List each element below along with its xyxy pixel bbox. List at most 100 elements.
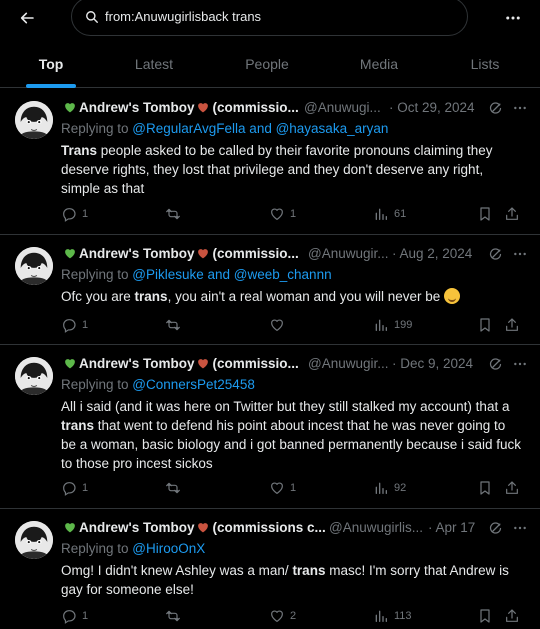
highlighted-term: trans <box>292 563 326 578</box>
tweet-text: Trans people asked to be called by their… <box>61 141 522 198</box>
retweet-icon <box>165 206 181 222</box>
tweet-text-body: that went to defend his point about ince… <box>61 418 522 471</box>
views-button[interactable]: 199 <box>373 316 412 334</box>
share-button[interactable] <box>504 607 520 625</box>
avatar[interactable] <box>15 247 53 285</box>
reply-button[interactable]: 1 <box>61 607 88 625</box>
reply-button[interactable]: 1 <box>61 479 88 497</box>
tweet[interactable]: Andrew's Tomboy (commissio... @Anuwugir.… <box>0 345 540 509</box>
views-icon <box>373 317 389 333</box>
bookmark-button[interactable] <box>477 205 493 223</box>
bookmark-button[interactable] <box>477 607 493 625</box>
back-arrow-icon[interactable] <box>14 6 40 30</box>
author-handle[interactable]: @Anuwugir... <box>308 246 389 261</box>
more-icon[interactable] <box>510 245 530 263</box>
grok-icon[interactable] <box>486 355 504 373</box>
tweet-actions: 1 2 113 <box>61 607 524 625</box>
like-icon <box>269 480 285 496</box>
tweet-date[interactable]: · Dec 9, 2024 <box>392 356 473 371</box>
retweet-button[interactable] <box>165 205 186 223</box>
more-icon[interactable] <box>510 99 530 117</box>
search-box[interactable] <box>71 0 468 36</box>
author-name[interactable]: Andrew's Tomboy (commissio... <box>61 246 299 261</box>
retweet-button[interactable] <box>165 479 186 497</box>
reply-mention-link[interactable]: @Piklesuke and @weeb_channn <box>132 267 331 282</box>
author-handle[interactable]: @Anuwugirlis... <box>329 520 423 535</box>
reply-count: 1 <box>82 319 89 331</box>
author-name-suffix: (commissions c... <box>212 520 326 535</box>
tweet-date[interactable]: · Apr 17 <box>428 520 475 535</box>
retweet-button[interactable] <box>165 316 186 334</box>
tweet-text-lead: All i said (and it was here on Twitter b… <box>61 399 510 414</box>
tweet-date[interactable]: · Aug 2, 2024 <box>392 246 472 261</box>
tweet-text-lead: Ofc you are <box>61 289 135 304</box>
bookmark-icon <box>477 608 493 624</box>
tweet[interactable]: Andrew's Tomboy (commissio... @Anuwugi..… <box>0 89 540 235</box>
replying-to: Replying to @RegularAvgFella and @hayasa… <box>61 121 388 136</box>
reply-button[interactable]: 1 <box>61 316 88 334</box>
grok-icon[interactable] <box>486 245 504 263</box>
tweet-date[interactable]: · Oct 29, 2024 <box>389 100 475 115</box>
grok-icon[interactable] <box>486 519 504 537</box>
view-count: 113 <box>394 610 412 622</box>
avatar[interactable] <box>15 101 53 139</box>
tab-label: Media <box>359 56 399 72</box>
bookmark-icon <box>477 206 493 222</box>
views-button[interactable]: 113 <box>373 607 412 625</box>
smiling-face-with-hearts-icon <box>444 288 461 304</box>
tweet-actions: 1 199 <box>61 316 524 334</box>
like-button[interactable] <box>269 316 290 334</box>
highlighted-term: trans <box>61 418 95 433</box>
bookmark-button[interactable] <box>477 479 493 497</box>
tab-label: Lists <box>470 56 500 72</box>
tab-latest[interactable]: Latest <box>120 46 188 88</box>
grok-icon[interactable] <box>486 99 504 117</box>
author-name-suffix: (commissio... <box>212 246 299 261</box>
more-icon[interactable] <box>502 8 524 28</box>
tab-people[interactable]: People <box>232 46 302 88</box>
reply-button[interactable]: 1 <box>61 205 88 223</box>
views-button[interactable]: 61 <box>373 205 406 223</box>
red-heart-icon <box>196 247 210 260</box>
share-icon <box>504 608 520 624</box>
view-count: 199 <box>394 319 413 331</box>
author-name[interactable]: Andrew's Tomboy (commissio... <box>61 356 299 371</box>
reply-mention-link[interactable]: @HirooOnX <box>132 541 205 556</box>
reply-mention-link[interactable]: @ConnersPet25458 <box>132 377 255 392</box>
reply-icon <box>61 317 77 333</box>
tab-media[interactable]: Media <box>348 46 410 88</box>
share-button[interactable] <box>504 316 520 334</box>
share-button[interactable] <box>504 205 520 223</box>
replying-to-label: Replying to <box>61 541 133 556</box>
tweet[interactable]: Andrew's Tomboy (commissio... @Anuwugir.… <box>0 235 540 345</box>
reply-mention-link[interactable]: @RegularAvgFella and @hayasaka_aryan <box>132 121 388 136</box>
author-display-name: Andrew's Tomboy <box>79 246 195 261</box>
retweet-button[interactable] <box>165 607 186 625</box>
author-handle[interactable]: @Anuwugir... <box>308 356 389 371</box>
tweet-header: Andrew's Tomboy (commissions c... @Anuwu… <box>61 519 530 539</box>
more-icon[interactable] <box>510 355 530 373</box>
more-icon[interactable] <box>510 519 530 537</box>
tab-top[interactable]: Top <box>22 46 80 88</box>
like-button[interactable]: 1 <box>269 205 296 223</box>
reply-icon <box>61 206 77 222</box>
search-icon <box>85 10 99 24</box>
share-button[interactable] <box>504 479 520 497</box>
author-name[interactable]: Andrew's Tomboy (commissio... <box>61 100 299 115</box>
bookmark-button[interactable] <box>477 316 493 334</box>
avatar[interactable] <box>15 357 53 395</box>
author-display-name: Andrew's Tomboy <box>79 520 195 535</box>
views-button[interactable]: 92 <box>373 479 406 497</box>
tweet[interactable]: Andrew's Tomboy (commissions c... @Anuwu… <box>0 509 540 629</box>
replying-to: Replying to @HirooOnX <box>61 541 205 556</box>
green-heart-icon <box>63 101 77 114</box>
tweet-text-body: people asked to be called by their favor… <box>61 143 493 196</box>
tab-lists[interactable]: Lists <box>460 46 510 88</box>
search-input[interactable] <box>105 9 435 24</box>
author-handle[interactable]: @Anuwugi... <box>304 100 381 115</box>
like-button[interactable]: 1 <box>269 479 296 497</box>
like-count: 1 <box>290 208 297 220</box>
like-button[interactable]: 2 <box>269 607 296 625</box>
author-name[interactable]: Andrew's Tomboy (commissions c... <box>61 520 326 535</box>
avatar[interactable] <box>15 521 53 559</box>
